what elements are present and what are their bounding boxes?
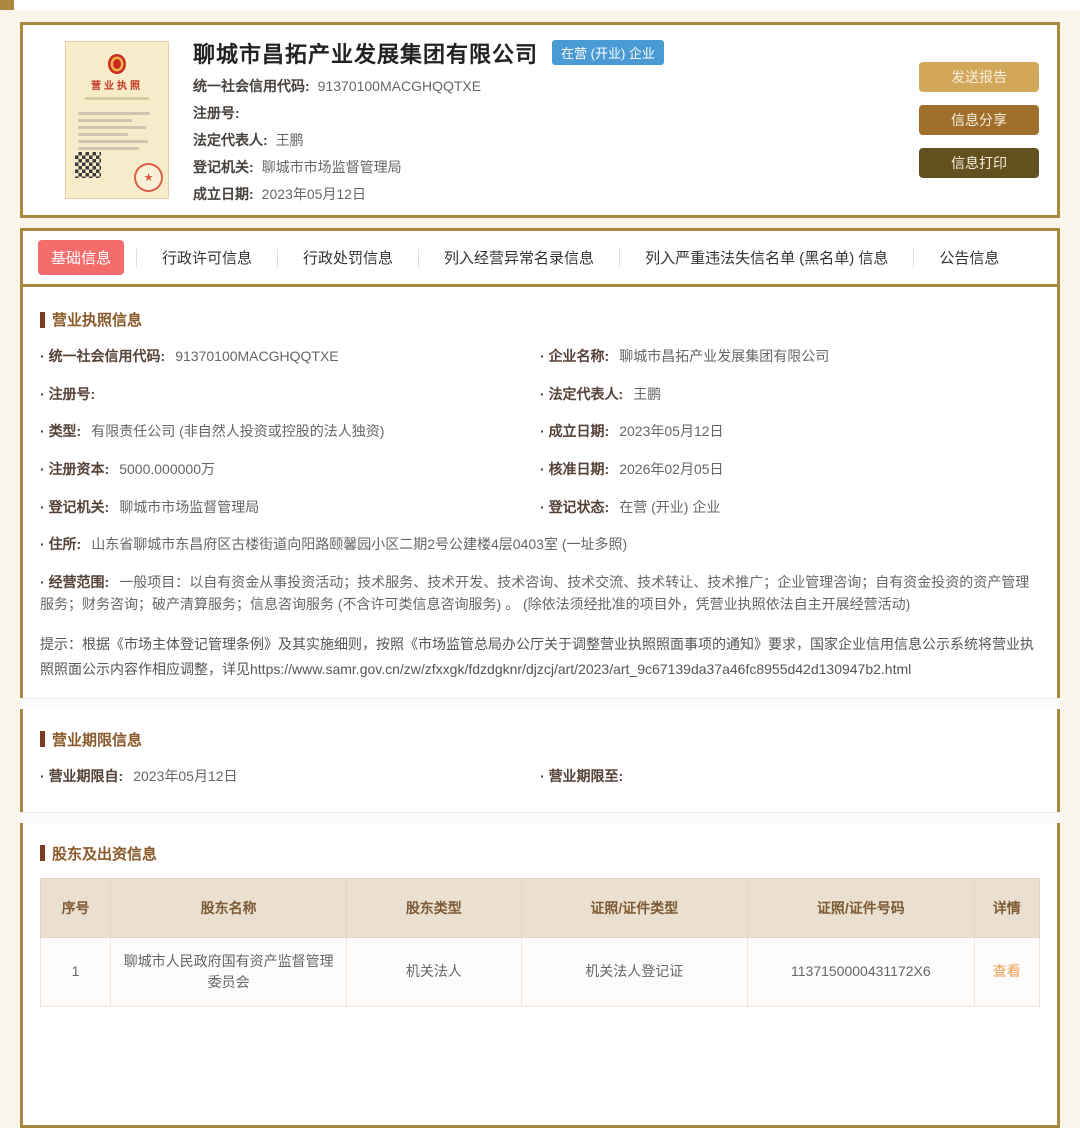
license-qr-code (75, 152, 101, 178)
tab-administrative-license[interactable]: 行政许可信息 (149, 240, 265, 275)
header-field-registration-no: 注册号: (193, 103, 907, 123)
col-header-cert-type: 证照/证件类型 (521, 878, 748, 937)
section-title-business-term: 营业期限信息 (40, 729, 1040, 750)
view-detail-link[interactable]: 查看 (993, 963, 1021, 979)
section-divider (20, 812, 1060, 823)
license-text-lines (78, 108, 156, 154)
term-info-grid: 营业期限自:2023年05月12日 营业期限至: (40, 758, 1040, 796)
section-title-bar (40, 312, 45, 328)
cell-shareholder-name: 聊城市人民政府国有资产监督管理委员会 (111, 937, 347, 1006)
col-header-index: 序号 (41, 878, 111, 937)
cell-cert-number: 1137150000431172X6 (748, 937, 975, 1006)
business-license-thumbnail: 营业执照 ★ (65, 41, 169, 199)
cell-index: 1 (41, 937, 111, 1006)
detail-card: 基础信息 行政许可信息 行政处罚信息 列入经营异常名录信息 列入严重违法失信名单… (20, 228, 1060, 1128)
section-title-bar (40, 845, 45, 861)
tab-abnormal-operation-list[interactable]: 列入经营异常名录信息 (431, 240, 607, 275)
tab-administrative-penalty[interactable]: 行政处罚信息 (290, 240, 406, 275)
field-credit-code: 统一社会信用代码:91370100MACGHQQTXE (40, 338, 540, 376)
tab-divider (136, 249, 137, 267)
tab-divider (619, 249, 620, 267)
header-field-establishment-date: 成立日期:2023年05月12日 (193, 184, 907, 204)
field-term-to: 营业期限至: (540, 758, 1040, 796)
header-action-buttons: 发送报告 信息分享 信息打印 (919, 62, 1039, 178)
company-name: 聊城市昌拓产业发展集团有限公司 (193, 37, 538, 69)
field-establishment-date: 成立日期:2023年05月12日 (540, 413, 1040, 451)
cell-cert-type: 机关法人登记证 (521, 937, 748, 1006)
tab-basic-info[interactable]: 基础信息 (38, 240, 124, 275)
status-badge: 在营 (开业) 企业 (552, 40, 664, 65)
col-header-detail: 详情 (974, 878, 1039, 937)
field-registration-status: 登记状态:在营 (开业) 企业 (540, 489, 1040, 527)
field-approval-date: 核准日期:2026年02月05日 (540, 451, 1040, 489)
license-change-notice: 提示：根据《市场主体登记管理条例》及其实施细则，按照《市场监管总局办公厅关于调整… (40, 632, 1040, 682)
company-header-card: 营业执照 ★ 聊城市昌拓产业发展集团有限公司 在营 (开业) 企业 统一社会信用… (20, 22, 1060, 218)
top-left-gold-corner (0, 0, 14, 10)
field-term-from: 营业期限自:2023年05月12日 (40, 758, 540, 796)
section-title-bar (40, 731, 45, 747)
tab-divider (418, 249, 419, 267)
company-summary: 聊城市昌拓产业发展集团有限公司 在营 (开业) 企业 统一社会信用代码:9137… (193, 37, 907, 204)
send-report-button[interactable]: 发送报告 (919, 62, 1039, 92)
field-legal-representative: 法定代表人:王鹏 (540, 376, 1040, 414)
national-emblem-icon (106, 54, 128, 74)
col-header-shareholder-name: 股东名称 (111, 878, 347, 937)
field-company-type: 类型:有限责任公司 (非自然人投资或控股的法人独资) (40, 413, 540, 451)
col-header-cert-number: 证照/证件号码 (748, 878, 975, 937)
col-header-shareholder-type: 股东类型 (347, 878, 521, 937)
field-registered-capital: 注册资本:5000.000000万 (40, 451, 540, 489)
header-field-legal-representative: 法定代表人:王鹏 (193, 130, 907, 150)
tab-divider (277, 249, 278, 267)
info-print-button[interactable]: 信息打印 (919, 148, 1039, 178)
cell-detail: 查看 (974, 937, 1039, 1006)
tab-serious-violation-blacklist[interactable]: 列入严重违法失信名单 (黑名单) 信息 (632, 240, 901, 275)
field-business-scope: 经营范围:一般项目：以自有资金从事投资活动；技术服务、技术开发、技术咨询、技术交… (40, 564, 1040, 623)
field-registration-no: 注册号: (40, 376, 540, 414)
license-subline (85, 97, 148, 100)
header-field-registration-authority: 登记机关:聊城市市场监督管理局 (193, 157, 907, 177)
field-address: 住所:山东省聊城市东昌府区古楼街道向阳路颐馨园小区二期2号公建楼4层0403室 … (40, 526, 1040, 564)
license-red-seal: ★ (134, 163, 163, 192)
info-share-button[interactable]: 信息分享 (919, 105, 1039, 135)
field-registration-authority: 登记机关:聊城市市场监督管理局 (40, 489, 540, 527)
tab-divider (913, 249, 914, 267)
basic-info-content: 营业执照信息 统一社会信用代码:91370100MACGHQQTXE 企业名称:… (23, 287, 1057, 1047)
shareholder-table: 序号 股东名称 股东类型 证照/证件类型 证照/证件号码 详情 1 聊城市人民政… (40, 878, 1040, 1007)
license-info-grid: 统一社会信用代码:91370100MACGHQQTXE 企业名称:聊城市昌拓产业… (40, 338, 1040, 526)
field-company-name: 企业名称:聊城市昌拓产业发展集团有限公司 (540, 338, 1040, 376)
section-title-business-license: 营业执照信息 (40, 309, 1040, 330)
top-strip (0, 0, 1080, 10)
license-title: 营业执照 (91, 77, 143, 92)
tab-bar: 基础信息 行政许可信息 行政处罚信息 列入经营异常名录信息 列入严重违法失信名单… (23, 231, 1057, 287)
shareholder-table-header-row: 序号 股东名称 股东类型 证照/证件类型 证照/证件号码 详情 (41, 878, 1040, 937)
tab-announcement-info[interactable]: 公告信息 (926, 240, 1012, 275)
cell-shareholder-type: 机关法人 (347, 937, 521, 1006)
header-field-credit-code: 统一社会信用代码:91370100MACGHQQTXE (193, 76, 907, 96)
section-title-shareholders: 股东及出资信息 (40, 843, 1040, 864)
section-divider (20, 698, 1060, 709)
table-row: 1 聊城市人民政府国有资产监督管理委员会 机关法人 机关法人登记证 113715… (41, 937, 1040, 1006)
